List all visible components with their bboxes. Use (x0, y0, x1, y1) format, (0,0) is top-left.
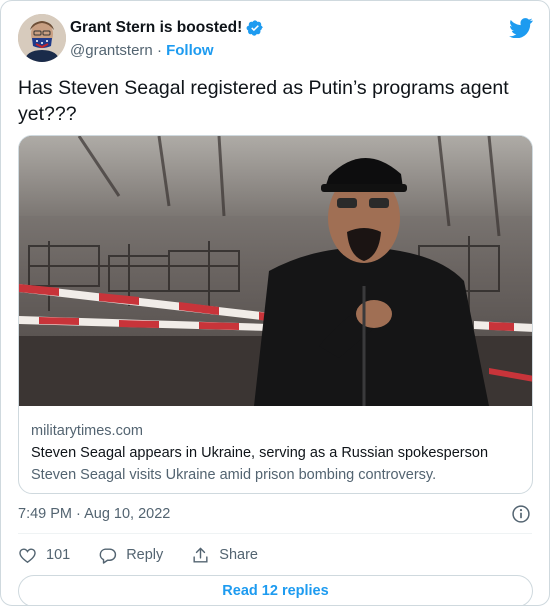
follow-button[interactable]: Follow (166, 42, 214, 59)
author-avatar[interactable] (18, 14, 66, 62)
reply-label: Reply (126, 547, 164, 563)
tweet-actions: 101 Reply Share (18, 544, 286, 566)
verified-badge-icon (246, 20, 263, 36)
reply-bubble-icon (99, 547, 117, 564)
reply-button[interactable]: Reply (98, 546, 163, 565)
heart-icon (19, 547, 36, 563)
author-info: Grant Stern is boosted! @grantstern · Fo… (70, 18, 264, 61)
author-name[interactable]: Grant Stern is boosted! (70, 18, 242, 38)
tweet-timestamp[interactable]: 7:49 PM · Aug 10, 2022 (18, 504, 170, 524)
link-description: Steven Seagal visits Ukraine amid prison… (31, 467, 437, 483)
link-preview-meta: militarytimes.com Steven Seagal appears … (31, 421, 520, 485)
divider (18, 533, 532, 534)
link-preview-card[interactable]: militarytimes.com Steven Seagal appears … (18, 135, 533, 494)
separator-dot: · (156, 42, 162, 59)
link-preview-image (19, 136, 532, 406)
like-button[interactable]: 101 (18, 546, 70, 565)
info-icon[interactable] (511, 504, 531, 524)
link-domain: militarytimes.com (31, 423, 143, 439)
read-replies-button[interactable]: Read 12 replies (18, 575, 533, 606)
like-count: 101 (46, 547, 71, 563)
author-handle[interactable]: @grantstern (70, 42, 153, 59)
share-label: Share (219, 547, 258, 563)
twitter-bird-icon[interactable] (509, 18, 533, 38)
share-upload-icon (193, 547, 208, 563)
tweet-embed-card: Grant Stern is boosted! @grantstern · Fo… (0, 0, 550, 606)
link-title: Steven Seagal appears in Ukraine, servin… (31, 445, 489, 461)
share-button[interactable]: Share (191, 546, 258, 565)
tweet-header: Grant Stern is boosted! @grantstern · Fo… (18, 14, 535, 64)
tweet-text: Has Steven Seagal registered as Putin’s … (18, 77, 509, 125)
